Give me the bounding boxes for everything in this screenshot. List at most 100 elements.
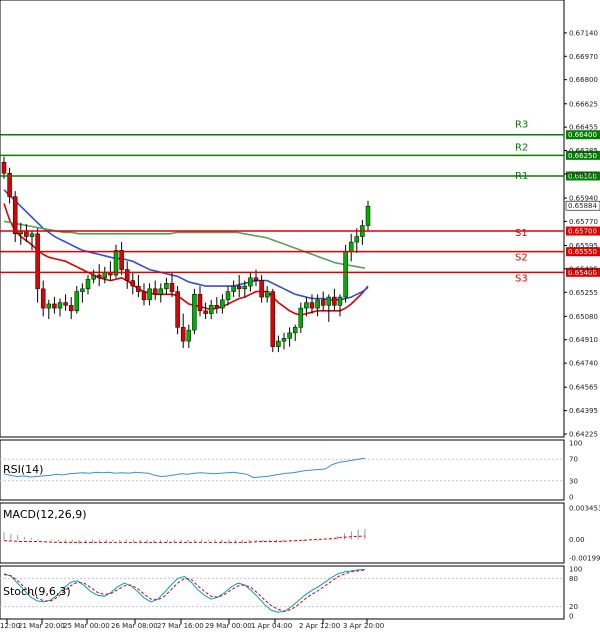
level-label-r2: R2 [515, 142, 528, 153]
price-tick-label: 0.65770 [569, 218, 598, 226]
bullish-candle [304, 302, 309, 309]
bearish-candle [124, 269, 130, 281]
bearish-candle [35, 233, 40, 290]
time-tick-label: 25 Mar 00:00 [63, 622, 110, 630]
bullish-candle [264, 291, 270, 298]
price-tick-label: 0.65080 [569, 313, 598, 321]
bullish-candle [102, 272, 108, 279]
price-pane [0, 0, 565, 438]
rsi-tick-label: 100 [569, 440, 582, 448]
price-tick-label: 0.65595 [569, 242, 598, 250]
level-price-tag-text: 0.65700 [568, 228, 597, 236]
bullish-candle [292, 327, 298, 334]
price-tick-label: 0.64910 [569, 336, 598, 344]
bullish-candle [287, 332, 292, 339]
macd-label: MACD(12,26,9) [3, 508, 87, 521]
bearish-candle [40, 288, 46, 309]
bearish-candle [7, 172, 12, 197]
macd-tick-label: 0.00 [569, 536, 585, 544]
bullish-candle [192, 294, 197, 331]
bullish-candle [315, 299, 320, 309]
level-label-r3: R3 [515, 120, 528, 131]
bearish-candle [1, 161, 7, 174]
bearish-candle [236, 285, 242, 290]
current-price-text: 0.65884 [568, 202, 597, 210]
bullish-candle [337, 296, 343, 306]
bullish-candle [225, 291, 231, 301]
price-tick-label: 0.66970 [569, 53, 598, 61]
time-tick-label: 29 Mar 00:00 [205, 622, 252, 630]
bullish-candle [46, 303, 52, 309]
bearish-candle [130, 280, 136, 287]
bullish-candle [91, 274, 96, 280]
bearish-candle [180, 327, 186, 342]
bearish-candle [24, 230, 29, 237]
bullish-candle [281, 338, 287, 342]
level-label-s3: S3 [515, 273, 528, 284]
bullish-candle [74, 291, 80, 312]
macd-tick-label: 0.003453 [569, 504, 600, 512]
bullish-candle [147, 288, 152, 301]
bearish-candle [52, 303, 57, 309]
time-tick-label: 3 Apr 20:00 [343, 622, 384, 630]
bullish-candle [220, 299, 225, 309]
bullish-candle [343, 251, 348, 298]
bearish-candle [136, 285, 141, 292]
stoch-label: Stoch(9,6,3) [3, 585, 71, 598]
bearish-candle [270, 291, 276, 347]
price-tick-label: 0.64740 [569, 360, 598, 368]
bearish-candle [214, 305, 220, 309]
rsi-tick-label: 70 [569, 456, 578, 464]
bearish-candle [169, 283, 175, 292]
price-tick-label: 0.65940 [569, 195, 598, 203]
bearish-candle [253, 277, 259, 281]
price-tick-label: 0.67140 [569, 29, 598, 37]
rsi-label: RSI(14) [3, 463, 43, 476]
bullish-candle [248, 277, 253, 287]
bullish-candle [164, 283, 169, 290]
bearish-candle [68, 305, 74, 312]
price-tick-label: 0.64395 [569, 407, 598, 415]
bullish-candle [57, 302, 63, 309]
bearish-candle [141, 291, 147, 301]
bullish-candle [113, 250, 119, 276]
bullish-candle [80, 288, 85, 292]
macd-tick-label: -0.001999 [569, 554, 600, 562]
bullish-candle [242, 285, 248, 290]
bearish-candle [320, 299, 326, 306]
rsi-pane [0, 439, 565, 501]
level-label-s1: S1 [515, 228, 528, 239]
price-tick-label: 0.66455 [569, 124, 598, 132]
price-tick-label: 0.65425 [569, 265, 598, 273]
bullish-candle [29, 233, 35, 237]
bullish-candle [186, 329, 192, 342]
bearish-candle [175, 291, 180, 328]
stoch-tick-label: 0 [569, 613, 573, 621]
bullish-candle [85, 278, 91, 290]
bearish-candle [197, 294, 203, 312]
time-tick-label: 27 Mar 16:00 [157, 622, 204, 630]
time-tick-label: 1 Apr 04:00 [251, 622, 292, 630]
forex-chart-panel: R3 0.66400 R2 0.66250 R1 0.66100 S1 0.65700 S2 0.… [0, 0, 600, 633]
time-tick-label: 2 Apr 12:00 [299, 622, 340, 630]
bearish-candle [309, 302, 315, 309]
rsi-tick-label: 0 [569, 494, 573, 502]
stoch-pane [0, 565, 565, 620]
bullish-candle [348, 241, 354, 252]
time-tick-label: 26 Mar 08:00 [111, 622, 158, 630]
bullish-candle [158, 288, 164, 295]
rsi-tick-label: 30 [569, 477, 578, 485]
bearish-candle [259, 280, 264, 298]
price-tick-label: 0.66115 [569, 170, 598, 178]
price-tick-label: 0.66625 [569, 100, 598, 108]
bullish-candle [354, 236, 360, 243]
bullish-candle [326, 296, 332, 306]
stoch-tick-label: 100 [569, 566, 582, 574]
bearish-candle [119, 250, 124, 270]
price-tick-label: 0.66800 [569, 76, 598, 84]
time-tick-label: 21 Mar 20:00 [18, 622, 65, 630]
level-label-r1: R1 [515, 171, 528, 182]
bearish-candle [96, 274, 102, 279]
bearish-candle [12, 196, 18, 235]
bullish-candle [208, 305, 214, 314]
